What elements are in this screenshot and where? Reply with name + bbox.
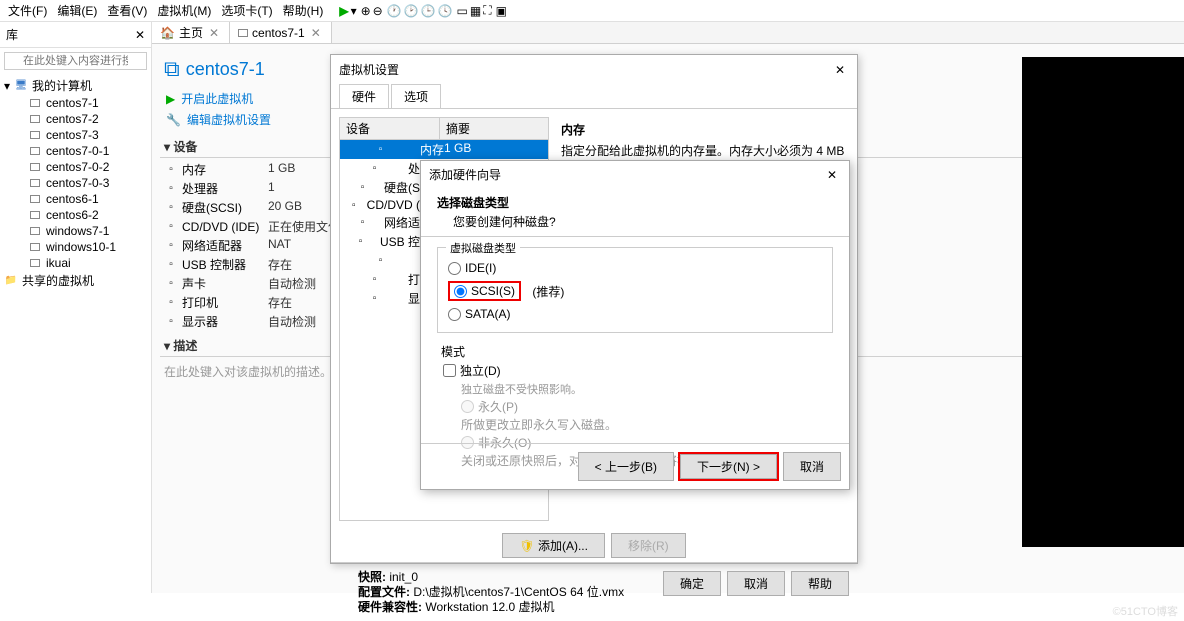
menu-edit[interactable]: 编辑(E) [53,0,101,21]
device-value: 1 GB [268,161,295,178]
device-name[interactable]: ▫显示器 [164,313,264,330]
section-desc: 描述 [173,339,197,353]
vm-item[interactable]: windows10-1 [0,239,151,255]
menu-help[interactable]: 帮助(H) [279,0,328,21]
cancel-button[interactable]: 取消 [783,452,841,481]
search-input[interactable] [4,52,147,70]
play-button[interactable]: ▶ [339,4,348,18]
device-name[interactable]: ▫处理器 [164,180,264,197]
vm-item[interactable]: centos7-3 [0,127,151,143]
tool-1[interactable]: ⊕ [361,4,371,18]
close-icon[interactable]: ✕ [207,26,221,40]
vm-tree: ▾🖥我的计算机 centos7-1 centos7-2 centos7-3 ce… [0,74,151,593]
wizard-title: 添加硬件向导 [429,166,501,183]
device-name[interactable]: ▫CD/DVD (IDE) [164,218,264,235]
unity[interactable]: ▣ [496,4,507,18]
checkbox-independent[interactable]: 独立(D) [441,360,833,381]
close-icon[interactable]: ✕ [823,168,841,182]
radio-permanent: 永久(P) [461,397,833,416]
add-hardware-wizard: 添加硬件向导 ✕ 选择磁盘类型 您要创建何种磁盘? 虚拟磁盘类型 IDE(I) … [420,160,850,490]
device-value: 存在 [268,294,292,311]
vm-item[interactable]: centos7-1 [0,95,151,111]
device-name[interactable]: ▫网络适配器 [164,237,264,254]
menu-file[interactable]: 文件(F) [4,0,51,21]
snapshot-mgr[interactable]: 🕓 [438,4,453,18]
menu-view[interactable]: 查看(V) [103,0,151,21]
tree-root[interactable]: ▾🖥我的计算机 [0,76,151,95]
snapshot-2[interactable]: 🕑 [404,4,419,18]
add-button[interactable]: 🛡 添加(A)... [502,533,605,558]
close-icon[interactable]: ✕ [831,63,849,77]
section-devices: 设备 [173,140,197,154]
device-name[interactable]: ▫打印机 [164,294,264,311]
close-icon[interactable]: ✕ [309,26,323,40]
watermark: ©51CTO博客 [1113,603,1178,619]
device-name[interactable]: ▫USB 控制器 [164,256,264,273]
device-row[interactable]: ▫内存1 GB [340,140,548,159]
vm-console[interactable] [1022,57,1184,547]
device-name[interactable]: ▫内存 [164,161,264,178]
wizard-subheading: 您要创建何种磁盘? [437,213,833,230]
snapshot-1[interactable]: 🕐 [387,4,402,18]
vm-item[interactable]: centos7-2 [0,111,151,127]
ok-button[interactable]: 确定 [663,571,721,596]
vm-item[interactable]: centos7-0-2 [0,159,151,175]
device-value: 1 [268,180,275,197]
vm-item[interactable]: centos7-0-3 [0,175,151,191]
dialog-title: 虚拟机设置 [339,61,399,78]
menu-tabs[interactable]: 选项卡(T) [217,0,276,21]
tool-2[interactable]: ⊖ [373,4,383,18]
vm-item[interactable]: ikuai [0,255,151,271]
tab-options[interactable]: 选项 [391,84,441,108]
back-button[interactable]: < 上一步(B) [578,452,674,481]
device-value: 自动检测 [268,313,316,330]
next-button-highlighted[interactable]: 下一步(N) > [680,454,777,479]
device-value: 存在 [268,256,292,273]
view-1[interactable]: ▭ [457,4,468,18]
device-value: 自动检测 [268,275,316,292]
help-button[interactable]: 帮助 [791,571,849,596]
radio-scsi-highlighted[interactable]: SCSI(S) [448,281,521,301]
wizard-heading: 选择磁盘类型 [437,194,833,211]
radio-ide[interactable]: IDE(I) [446,258,824,278]
vm-item[interactable]: centos6-2 [0,207,151,223]
vm-item[interactable]: windows7-1 [0,223,151,239]
tab-vm[interactable]: centos7-1✕ [230,22,332,43]
fullscreen[interactable]: ⛶ [483,3,491,18]
device-name[interactable]: ▫声卡 [164,275,264,292]
device-name[interactable]: ▫硬盘(SCSI) [164,199,264,216]
library-close[interactable]: ✕ [135,28,145,42]
mode-label: 模式 [441,343,833,360]
cancel-button[interactable]: 取消 [727,571,785,596]
library-sidebar: 库 ✕ ▾🖥我的计算机 centos7-1 centos7-2 centos7-… [0,22,152,593]
play-dropdown[interactable]: ▾ [351,4,357,18]
menubar: 文件(F) 编辑(E) 查看(V) 虚拟机(M) 选项卡(T) 帮助(H) ▶ … [0,0,1184,22]
radio-sata[interactable]: SATA(A) [446,304,824,324]
menu-vm[interactable]: 虚拟机(M) [153,0,215,21]
device-value: NAT [268,237,291,254]
panel-title: 内存 [561,121,845,138]
tab-bar: 🏠主页✕ centos7-1✕ [152,22,1184,44]
snapshot-3[interactable]: 🕒 [421,4,436,18]
vm-item[interactable]: centos7-0-1 [0,143,151,159]
library-title: 库 [6,26,18,43]
tab-home[interactable]: 🏠主页✕ [152,22,230,43]
vm-item[interactable]: centos6-1 [0,191,151,207]
remove-button[interactable]: 移除(R) [611,533,686,558]
tab-hardware[interactable]: 硬件 [339,84,389,108]
view-2[interactable]: ▦ [470,4,481,18]
tree-shared[interactable]: 📁共享的虚拟机 [0,271,151,290]
device-value: 20 GB [268,199,302,216]
